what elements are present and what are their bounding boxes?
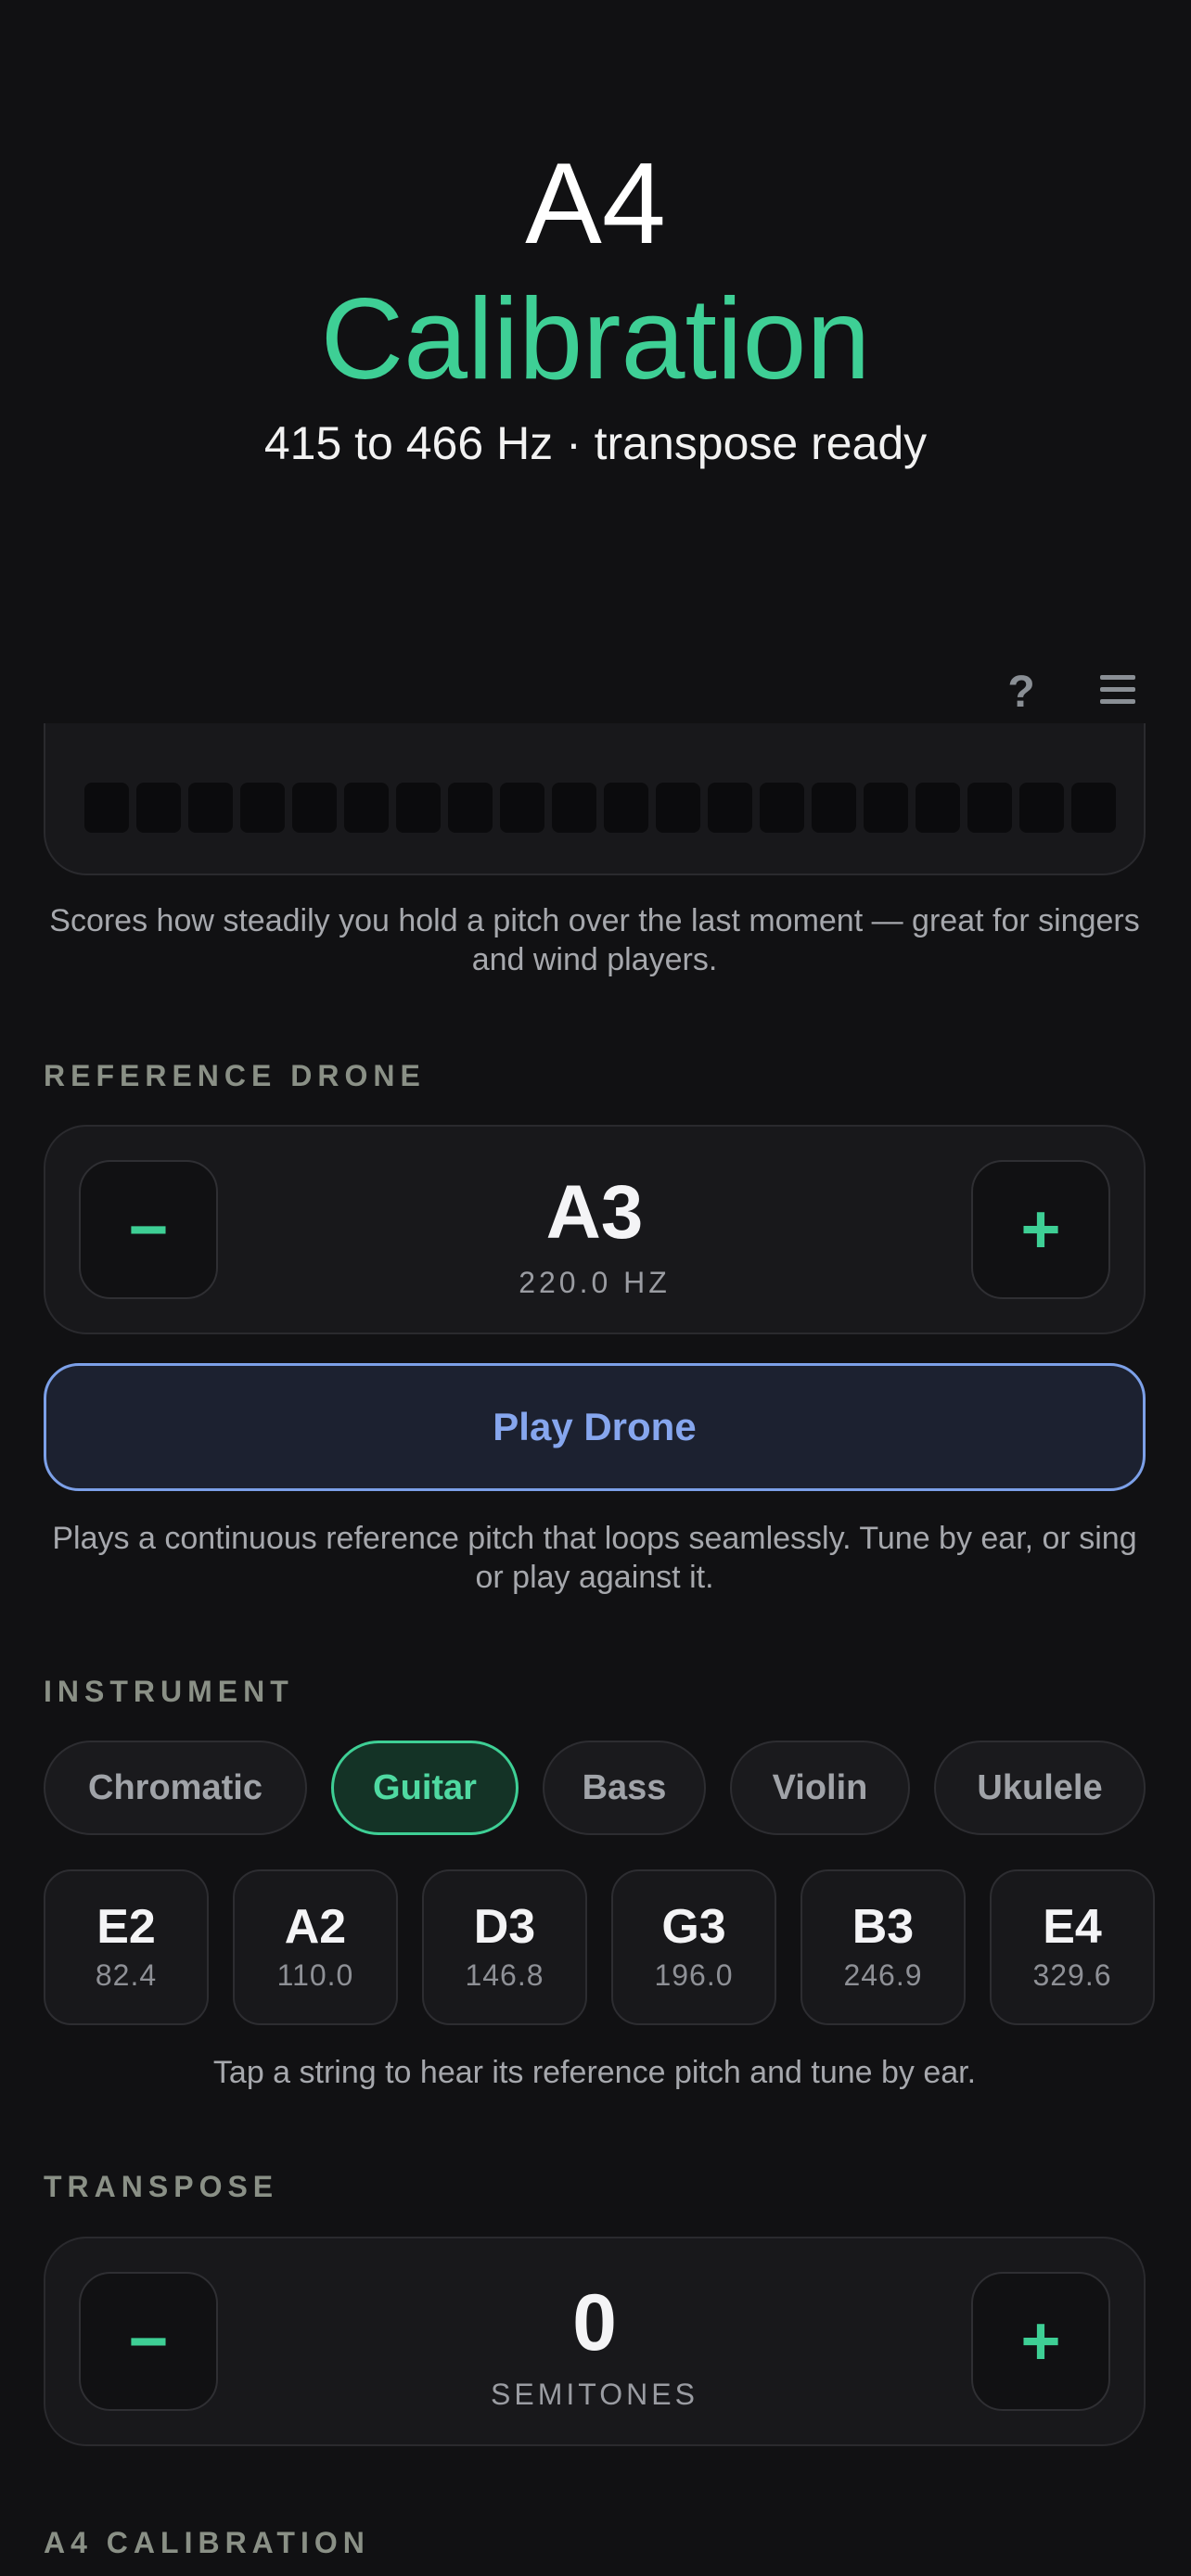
section-label-reference-drone: REFERENCE DRONE <box>44 1059 426 1092</box>
string-note: B3 <box>852 1900 915 1954</box>
meter-segment <box>916 783 960 833</box>
meter-segment <box>708 783 752 833</box>
hero-title: A4 <box>525 140 666 268</box>
meter-segment <box>656 783 700 833</box>
meter-segment <box>604 783 648 833</box>
string-button-g3[interactable]: G3 196.0 <box>611 1869 776 2025</box>
meter-segment <box>1019 783 1064 833</box>
stability-description: Scores how steadily you hold a pitch ove… <box>49 903 1140 977</box>
drone-description: Plays a continuous reference pitch that … <box>52 1521 1137 1595</box>
meter-segment <box>448 783 493 833</box>
drone-increase-button[interactable]: + <box>971 1160 1110 1299</box>
string-frequency: 146.8 <box>465 1958 544 1992</box>
meter-segment <box>967 783 1012 833</box>
stability-meter <box>84 783 1116 833</box>
string-button-a2[interactable]: A2 110.0 <box>233 1869 398 2025</box>
string-frequency: 246.9 <box>843 1958 923 1992</box>
stability-meter-card <box>44 723 1146 875</box>
instrument-chip-ukulele[interactable]: Ukulele <box>934 1741 1146 1835</box>
string-frequency: 110.0 <box>276 1958 354 1992</box>
drone-stepper: − A3 220.0 HZ + <box>44 1125 1146 1334</box>
meter-segment <box>760 783 804 833</box>
string-button-e4[interactable]: E4 329.6 <box>990 1869 1155 2025</box>
meter-segment <box>864 783 908 833</box>
section-label-instrument: INSTRUMENT <box>44 1675 294 1708</box>
meter-segment <box>552 783 596 833</box>
transpose-stepper: − 0 SEMITONES + <box>44 2237 1146 2446</box>
string-note: E2 <box>96 1900 156 1954</box>
string-hint: Tap a string to hear its reference pitch… <box>212 2055 977 2090</box>
meter-segment <box>396 783 441 833</box>
string-note: G3 <box>661 1900 726 1954</box>
hero-description: 415 to 466 Hz · transpose ready <box>263 417 928 469</box>
instrument-chip-chromatic[interactable]: Chromatic <box>44 1741 307 1835</box>
transpose-increase-button[interactable]: + <box>971 2272 1110 2411</box>
meter-segment <box>188 783 233 833</box>
meter-segment <box>1071 783 1116 833</box>
question-mark-icon[interactable]: ? <box>989 660 1054 725</box>
meter-segment <box>812 783 856 833</box>
string-note: A2 <box>284 1900 347 1954</box>
string-frequency: 329.6 <box>1032 1958 1112 1992</box>
string-frequency: 196.0 <box>654 1958 734 1992</box>
instrument-chip-bass[interactable]: Bass <box>543 1741 706 1835</box>
meter-segment <box>500 783 544 833</box>
hero-subtitle: Calibration <box>320 275 871 403</box>
string-button-b3[interactable]: B3 246.9 <box>800 1869 966 2025</box>
meter-segment <box>292 783 337 833</box>
string-note: D3 <box>473 1900 536 1954</box>
string-button-d3[interactable]: D3 146.8 <box>422 1869 587 2025</box>
section-label-transpose: TRANSPOSE <box>44 2170 279 2203</box>
meter-segment <box>240 783 285 833</box>
string-button-e2[interactable]: E2 82.4 <box>44 1869 209 2025</box>
string-note: E4 <box>1043 1900 1102 1954</box>
play-drone-button[interactable]: Play Drone <box>44 1363 1146 1491</box>
instrument-chips: Chromatic Guitar Bass Violin Ukulele <box>44 1741 1146 1835</box>
section-label-a4-calibration: A4 CALIBRATION <box>44 2526 370 2559</box>
string-buttons: E2 82.4 A2 110.0 D3 146.8 G3 196.0 B3 24… <box>44 1869 1155 2025</box>
meter-segment <box>344 783 389 833</box>
meter-segment <box>136 783 181 833</box>
string-frequency: 82.4 <box>95 1958 158 1992</box>
instrument-chip-guitar[interactable]: Guitar <box>331 1741 519 1835</box>
hamburger-menu-icon[interactable] <box>1085 660 1150 725</box>
meter-segment <box>84 783 129 833</box>
instrument-chip-violin[interactable]: Violin <box>730 1741 910 1835</box>
